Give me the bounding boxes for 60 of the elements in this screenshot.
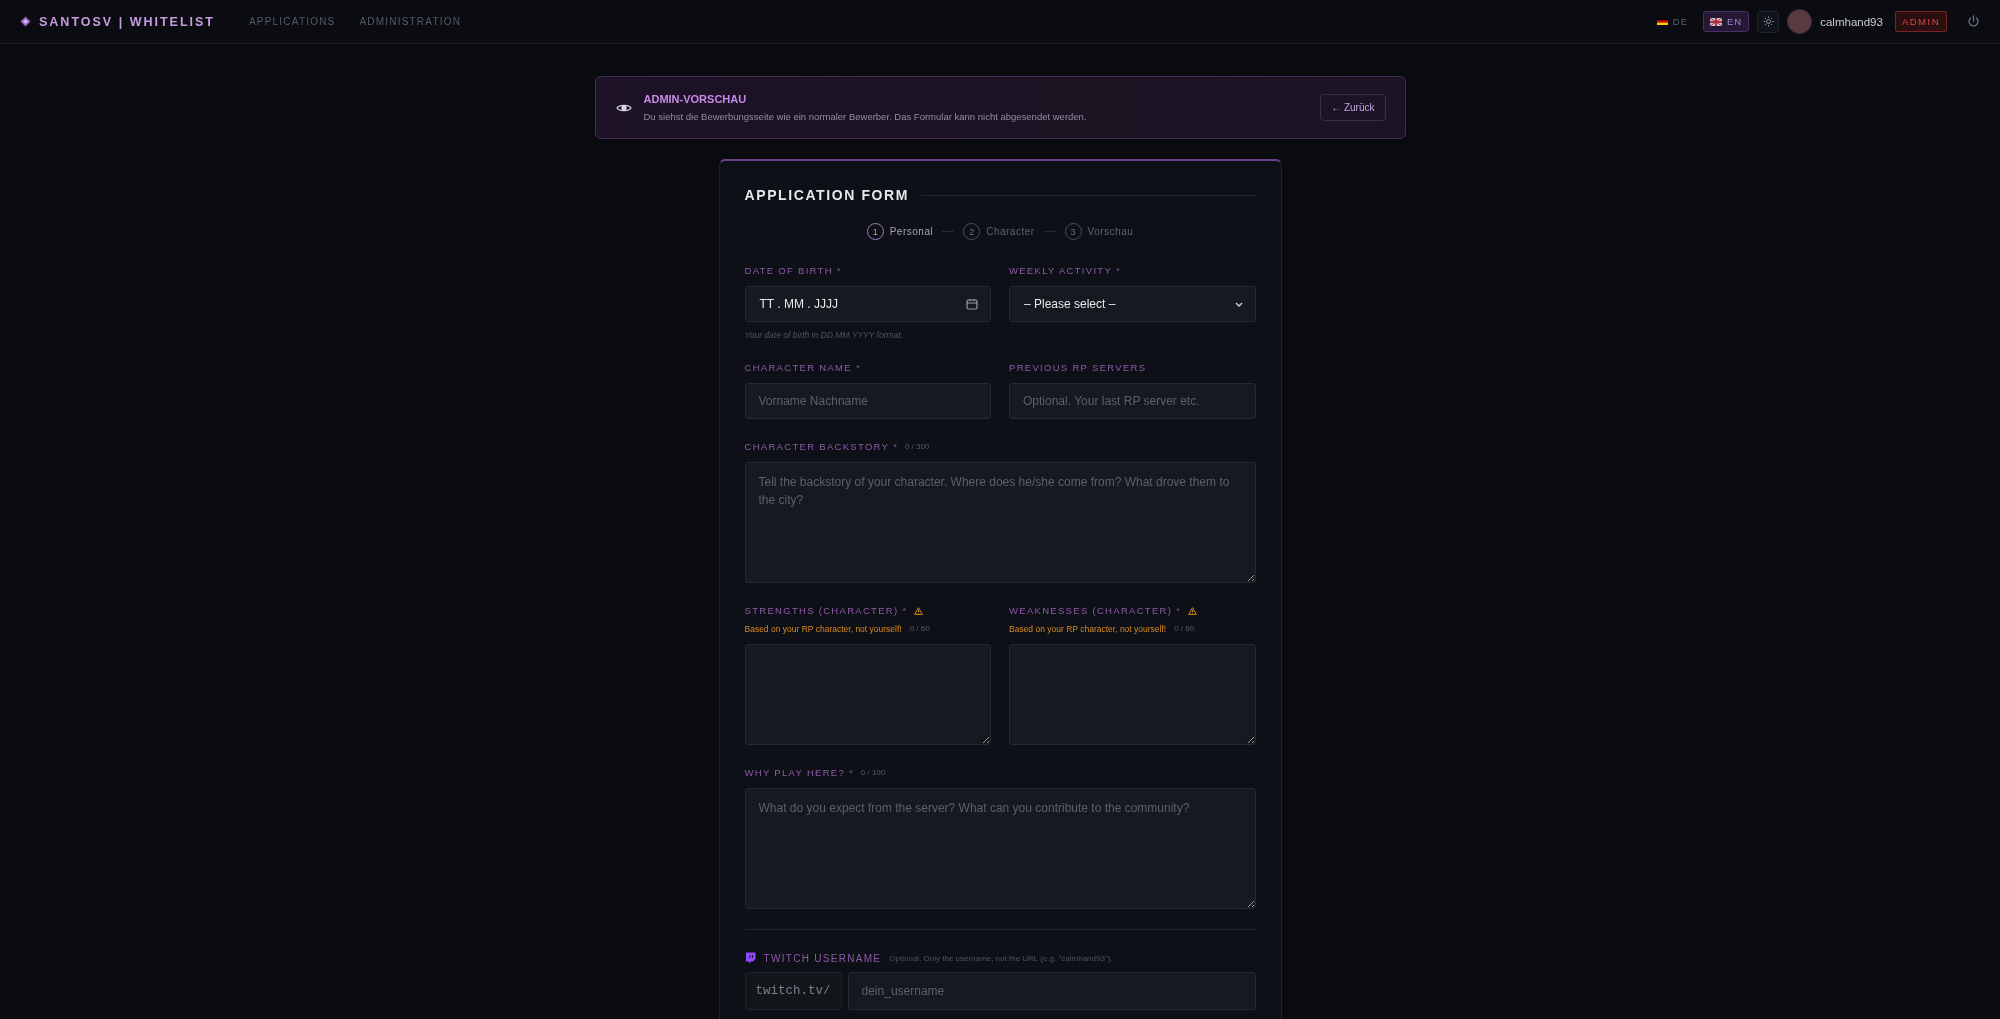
field-label: PREVIOUS RP SERVERS (1009, 361, 1147, 375)
banner-text: Du siehst die Bewerbungsseite wie ein normaler Bewerber. Das Formular kann nicht abgesendet werden. (643, 111, 1087, 122)
banner-title: ADMIN-VORSCHAU (643, 93, 748, 105)
field-label: WEAKNESSES (CHARACTER) (1009, 604, 1173, 618)
field-label: DATE OF BIRTH (744, 264, 833, 278)
field-label: WEEKLY ACTIVITY (1009, 264, 1113, 278)
warning-icon (914, 607, 924, 615)
step-tab[interactable]: 3 Vorschau (1064, 223, 1134, 240)
step-tab[interactable]: 1 Personal (866, 223, 934, 240)
required-mark: * (1176, 604, 1180, 618)
sun-icon (1762, 16, 1774, 27)
eye-icon (615, 102, 632, 113)
user-avatar[interactable] (1787, 9, 1813, 34)
field-label: CHARACTER BACKSTORY (744, 440, 890, 454)
nav-link[interactable]: APPLICATIONS (249, 16, 336, 27)
warning-note: Based on your RP character, not yourself! (1009, 623, 1167, 636)
chat-bubble-icon (744, 952, 756, 964)
brand-title: SANTOSV | WHITELIST (39, 14, 215, 29)
step-tab[interactable]: 2 Character (963, 223, 1035, 240)
calendar-icon (966, 298, 978, 310)
form-title: APPLICATION FORM (744, 187, 910, 203)
character-counter: 0 / 60 (909, 623, 930, 635)
field-label: WHY PLAY HERE? (744, 766, 846, 780)
arrow-right-icon (942, 229, 955, 234)
theme-toggle-button[interactable] (1757, 10, 1780, 33)
flag-icon (1656, 18, 1668, 25)
flag-icon (1710, 17, 1722, 26)
language-button[interactable]: DE (1649, 11, 1695, 32)
text-area[interactable] (744, 644, 991, 745)
username-field[interactable]: dein_username (847, 972, 1256, 1010)
required-mark: * (849, 766, 853, 780)
url-prefix: twitch.tv/ (744, 972, 842, 1010)
text-area[interactable] (1009, 644, 1256, 745)
field-label: CHARACTER NAME (744, 361, 852, 375)
required-mark: * (1116, 264, 1120, 278)
character-counter: 0 / 100 (860, 767, 886, 779)
role-badge: ADMIN (1894, 11, 1947, 32)
language-button[interactable]: EN (1703, 11, 1750, 32)
text-field[interactable]: Optional. Your last RP server etc. (1009, 383, 1256, 419)
arrow-right-icon (1043, 229, 1056, 234)
chevron-down-icon (1234, 301, 1243, 307)
nav-link[interactable]: ADMINISTRATION (359, 16, 462, 27)
date-field[interactable]: TT . MM . JJJJ (744, 286, 991, 322)
required-mark: * (836, 264, 841, 278)
field-hint: Your date of birth in DD.MM.YYYY format. (744, 330, 905, 340)
text-area[interactable]: What do you expect from the server? What can you contribute to the community? (744, 788, 1256, 909)
text-area[interactable]: Tell the backstory of your character. Where does he/she come from? What drove them to the city? (744, 462, 1256, 583)
required-mark: * (855, 361, 860, 375)
diamond-logo-icon (20, 16, 31, 27)
required-mark: * (902, 604, 907, 618)
warning-icon (1187, 607, 1197, 615)
logout-icon[interactable] (1967, 15, 1980, 28)
back-button[interactable]: ← Zurück (1320, 94, 1386, 121)
field-label: TWITCH USERNAME (763, 952, 882, 964)
select-field[interactable]: – Please select – (1009, 286, 1256, 322)
required-mark: * (893, 440, 897, 454)
text-field[interactable]: Vorname Nachname (744, 383, 991, 419)
field-label: STRENGTHS (CHARACTER) (744, 604, 899, 618)
username: calmhand93 (1820, 15, 1883, 28)
warning-note: Based on your RP character, not yourself! (744, 623, 902, 636)
